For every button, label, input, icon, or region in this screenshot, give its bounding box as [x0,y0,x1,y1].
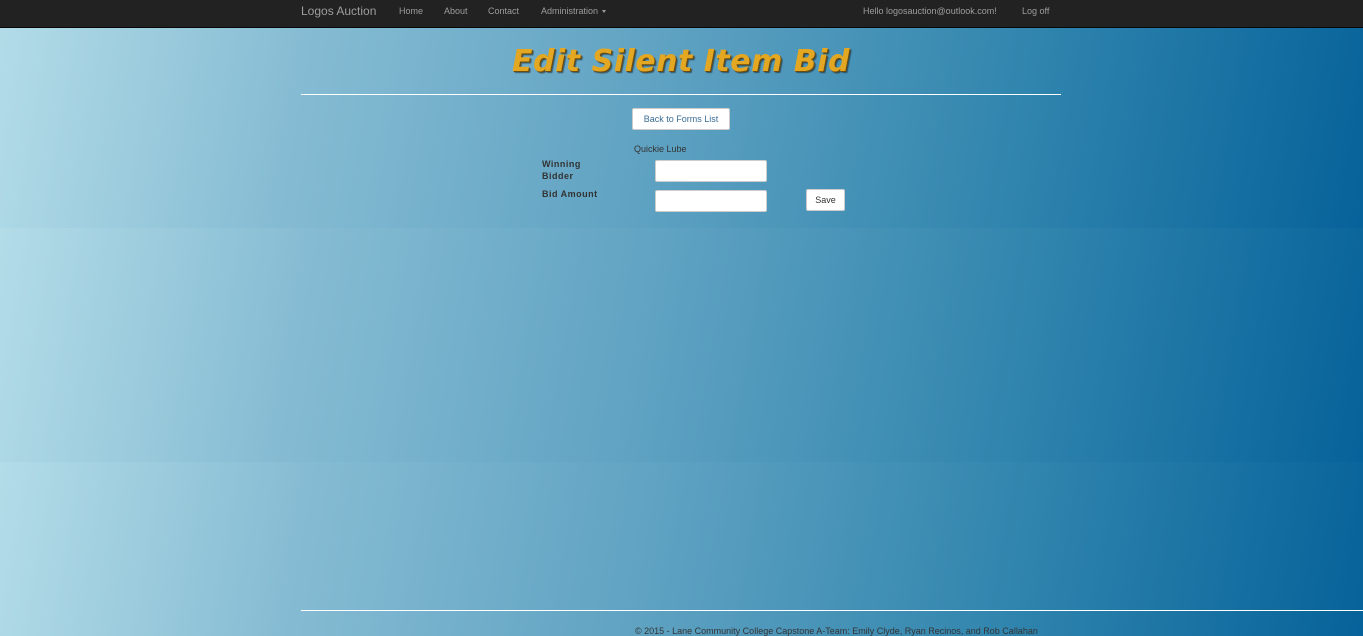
nav-administration-dropdown[interactable]: Administration [541,6,607,16]
logoff-link[interactable]: Log off [1022,6,1049,16]
save-button[interactable]: Save [806,189,845,211]
user-greeting-link[interactable]: Hello logosauction@outlook.com! [863,6,997,16]
background-band-middle [0,228,1363,462]
nav-contact[interactable]: Contact [488,6,519,16]
nav-about[interactable]: About [444,6,468,16]
winning-bidder-label: Winning Bidder [542,159,581,181]
item-name: Quickie Lube [634,144,687,154]
bid-amount-label: Bid Amount [542,189,598,199]
top-navbar: Logos Auction Home About Contact Adminis… [0,0,1363,28]
caret-down-icon [602,10,607,14]
back-to-forms-list-button[interactable]: Back to Forms List [632,108,730,130]
nav-home[interactable]: Home [399,6,423,16]
page-title: Edit Silent Item Bid [512,44,850,79]
footer-copyright: © 2015 - Lane Community College Capstone… [635,626,1038,636]
title-divider [301,94,1061,95]
brand-link[interactable]: Logos Auction [301,4,376,18]
footer-divider [301,610,1363,611]
winning-bidder-input[interactable] [655,160,767,182]
nav-administration-label: Administration [541,6,599,16]
bid-amount-input[interactable] [655,190,767,212]
